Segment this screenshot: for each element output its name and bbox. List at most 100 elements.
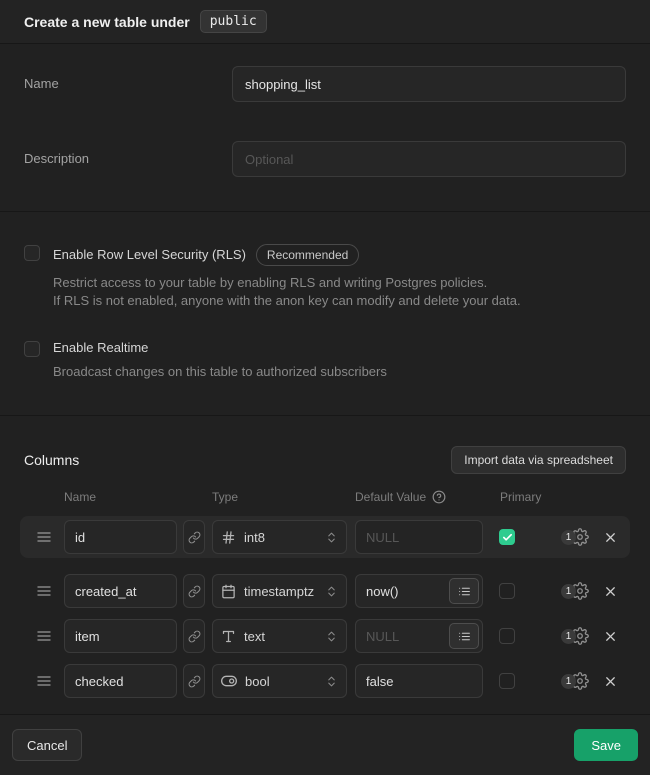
- create-table-dialog: Create a new table under public Name Des…: [0, 0, 650, 761]
- drag-handle-icon[interactable]: [36, 673, 52, 689]
- remove-column-button[interactable]: [603, 584, 618, 599]
- table-description-input[interactable]: [232, 141, 626, 177]
- primary-key-checkbox[interactable]: [499, 583, 515, 599]
- rls-description-line2: If RLS is not enabled, anyone with the a…: [53, 292, 521, 310]
- help-circle-icon[interactable]: [432, 490, 446, 504]
- description-field-row: Description: [24, 141, 626, 177]
- name-field-row: Name: [24, 66, 626, 102]
- remove-column-button[interactable]: [603, 674, 618, 689]
- foreign-key-link-button[interactable]: [183, 520, 205, 554]
- drag-handle-icon[interactable]: [36, 529, 52, 545]
- column-row: text 1: [20, 615, 630, 657]
- column-settings-button[interactable]: 1: [561, 672, 589, 690]
- rls-label: Enable Row Level Security (RLS): [53, 247, 246, 263]
- foreign-key-link-button[interactable]: [183, 574, 205, 608]
- close-icon: [603, 674, 618, 689]
- close-icon: [603, 530, 618, 545]
- text-icon: [221, 629, 236, 644]
- column-type-select[interactable]: text: [212, 619, 347, 653]
- import-spreadsheet-button[interactable]: Import data via spreadsheet: [451, 446, 626, 474]
- foreign-key-link-button[interactable]: [183, 619, 205, 653]
- drag-handle-icon[interactable]: [36, 628, 52, 644]
- settings-count-badge: 1: [561, 530, 576, 545]
- close-icon: [603, 584, 618, 599]
- column-name-input[interactable]: [64, 574, 177, 608]
- link-icon: [188, 675, 201, 688]
- dialog-footer: Cancel Save: [0, 714, 650, 775]
- column-type-value: timestamptz: [244, 584, 317, 599]
- chevrons-up-down-icon: [325, 630, 338, 643]
- rls-block: Enable Row Level Security (RLS) Recommen…: [24, 244, 626, 310]
- column-header-type: Type: [212, 490, 355, 504]
- column-type-select[interactable]: bool: [212, 664, 347, 698]
- realtime-description: Broadcast changes on this table to autho…: [53, 363, 387, 381]
- primary-key-checkbox[interactable]: [499, 529, 515, 545]
- column-name-input[interactable]: [64, 520, 177, 554]
- column-type-select[interactable]: int8: [212, 520, 347, 554]
- calendar-icon: [221, 584, 236, 599]
- link-icon: [188, 531, 201, 544]
- column-name-input[interactable]: [64, 664, 177, 698]
- column-settings-button[interactable]: 1: [561, 528, 589, 546]
- column-type-value: int8: [244, 530, 317, 545]
- remove-column-button[interactable]: [603, 629, 618, 644]
- close-icon: [603, 629, 618, 644]
- rls-text: Enable Row Level Security (RLS) Recommen…: [53, 244, 521, 310]
- rls-description-line1: Restrict access to your table by enablin…: [53, 274, 521, 292]
- primary-key-checkbox[interactable]: [499, 628, 515, 644]
- chevrons-up-down-icon: [325, 675, 338, 688]
- column-row: int8 1: [20, 516, 630, 558]
- default-value-input[interactable]: [355, 520, 483, 554]
- column-header-primary: Primary: [500, 490, 626, 504]
- columns-section: Columns Import data via spreadsheet Name…: [0, 416, 650, 714]
- column-row: timestamptz 1: [20, 570, 630, 612]
- drag-handle-icon[interactable]: [36, 583, 52, 599]
- dialog-title: Create a new table under: [24, 14, 190, 30]
- settings-count-badge: 1: [561, 629, 576, 644]
- rls-checkbox[interactable]: [24, 245, 40, 261]
- column-type-select[interactable]: timestamptz: [212, 574, 347, 608]
- link-icon: [188, 585, 201, 598]
- realtime-block: Enable Realtime Broadcast changes on thi…: [24, 340, 626, 381]
- column-rows: int8 1 timestamptz: [20, 516, 630, 702]
- column-row: bool 1: [20, 660, 630, 702]
- toggle-icon: [221, 673, 237, 689]
- column-type-value: bool: [245, 674, 317, 689]
- options-section: Enable Row Level Security (RLS) Recommen…: [0, 212, 650, 416]
- chevrons-up-down-icon: [325, 585, 338, 598]
- name-label: Name: [24, 66, 232, 91]
- cancel-button[interactable]: Cancel: [12, 729, 82, 761]
- default-value-input[interactable]: [355, 664, 483, 698]
- realtime-label: Enable Realtime: [53, 340, 148, 356]
- column-settings-button[interactable]: 1: [561, 582, 589, 600]
- settings-count-badge: 1: [561, 584, 576, 599]
- recommended-badge: Recommended: [256, 244, 359, 266]
- column-type-value: text: [244, 629, 317, 644]
- table-info-section: Name Description: [0, 44, 650, 212]
- realtime-checkbox[interactable]: [24, 341, 40, 357]
- hash-icon: [221, 530, 236, 545]
- column-settings-button[interactable]: 1: [561, 627, 589, 645]
- realtime-text: Enable Realtime Broadcast changes on thi…: [53, 340, 387, 381]
- remove-column-button[interactable]: [603, 530, 618, 545]
- chevrons-up-down-icon: [325, 531, 338, 544]
- columns-header-row: Name Type Default Value Primary: [24, 490, 626, 504]
- save-button[interactable]: Save: [574, 729, 638, 761]
- schema-badge: public: [200, 10, 267, 33]
- foreign-key-link-button[interactable]: [183, 664, 205, 698]
- link-icon: [188, 630, 201, 643]
- default-value-suggestions-button[interactable]: [449, 623, 479, 649]
- list-icon: [458, 630, 471, 643]
- column-name-input[interactable]: [64, 619, 177, 653]
- dialog-header: Create a new table under public: [0, 0, 650, 44]
- description-label: Description: [24, 141, 232, 166]
- primary-key-checkbox[interactable]: [499, 673, 515, 689]
- column-header-name: Name: [64, 490, 212, 504]
- default-value-suggestions-button[interactable]: [449, 578, 479, 604]
- table-name-input[interactable]: [232, 66, 626, 102]
- list-icon: [458, 585, 471, 598]
- columns-title: Columns: [24, 452, 79, 468]
- settings-count-badge: 1: [561, 674, 576, 689]
- column-header-default: Default Value: [355, 490, 426, 504]
- check-icon: [502, 532, 513, 543]
